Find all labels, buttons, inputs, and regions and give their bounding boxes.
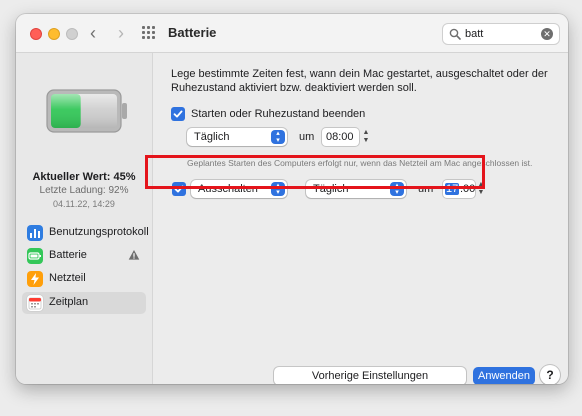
start-frequency-value: Täglich (194, 131, 230, 143)
show-all-grid-icon[interactable] (142, 26, 158, 40)
sidebar-item-label: Benutzungsprotokoll (49, 226, 149, 238)
start-time-value: 08:00 (326, 131, 354, 143)
checkmark-icon (173, 110, 183, 118)
close-window-button[interactable] (30, 28, 42, 40)
start-time-field[interactable]: 08:00 (322, 128, 359, 146)
help-button[interactable]: ? (540, 365, 560, 384)
calendar-icon (27, 295, 43, 311)
sidebar-item-label: Batterie (49, 249, 87, 261)
bar-chart-icon (27, 225, 43, 241)
current-charge-value: Aktueller Wert: 45% (32, 171, 136, 183)
start-wake-checkbox[interactable] (171, 107, 185, 121)
clear-search-icon[interactable]: ✕ (541, 28, 553, 40)
sidebar-item-usage-history[interactable]: Benutzungsprotokoll (22, 222, 149, 244)
search-icon (449, 28, 461, 40)
popup-arrows-icon: ▴ ▾ (271, 130, 285, 144)
system-settings-window: ‹ › Batterie batt ✕ Aktueller Wert: 45% … (16, 14, 568, 384)
shutdown-row-highlight (145, 155, 485, 189)
window-title: Batterie (168, 25, 217, 40)
forward-chevron-icon[interactable]: › (112, 23, 130, 43)
lightning-icon (27, 271, 43, 287)
zoom-window-button[interactable] (66, 28, 78, 40)
sidebar-item-label: Netzteil (49, 272, 86, 284)
start-frequency-popup[interactable]: Täglich ▴ ▾ (187, 128, 287, 146)
last-charge-date: 04.11.22, 14:29 (53, 199, 115, 209)
intro-text: Lege bestimmte Zeiten fest, wann dein Ma… (171, 68, 548, 94)
start-time-at-label: um (299, 131, 315, 143)
schedule-pane: Lege bestimmte Zeiten fest, wann dein Ma… (153, 53, 568, 384)
start-time-stepper[interactable]: ▲ ▼ (361, 129, 371, 147)
sidebar-item-battery[interactable]: Batterie (22, 245, 146, 267)
sidebar-item-schedule[interactable]: Zeitplan (22, 292, 146, 314)
apply-button[interactable]: Anwenden (473, 367, 535, 384)
battery-level-icon (46, 89, 127, 133)
back-chevron-icon[interactable]: ‹ (84, 23, 102, 43)
sidebar-item-label: Zeitplan (49, 296, 89, 308)
last-charge-value: Letzte Ladung: 92% (39, 185, 129, 196)
search-field[interactable]: batt ✕ (442, 23, 560, 45)
warning-icon (128, 250, 140, 260)
title-bar: ‹ › Batterie batt ✕ (16, 14, 568, 53)
sidebar-item-power-adapter[interactable]: Netzteil (22, 268, 146, 290)
start-wake-label: Starten oder Ruhezustand beenden (191, 108, 366, 120)
minimize-window-button[interactable] (48, 28, 60, 40)
restore-previous-settings-button[interactable]: Vorherige Einstellungen wiederherstellen (274, 367, 466, 384)
battery-icon (27, 248, 43, 264)
sidebar: Aktueller Wert: 45% Letzte Ladung: 92% 0… (16, 53, 153, 384)
search-input[interactable]: batt (465, 28, 483, 40)
